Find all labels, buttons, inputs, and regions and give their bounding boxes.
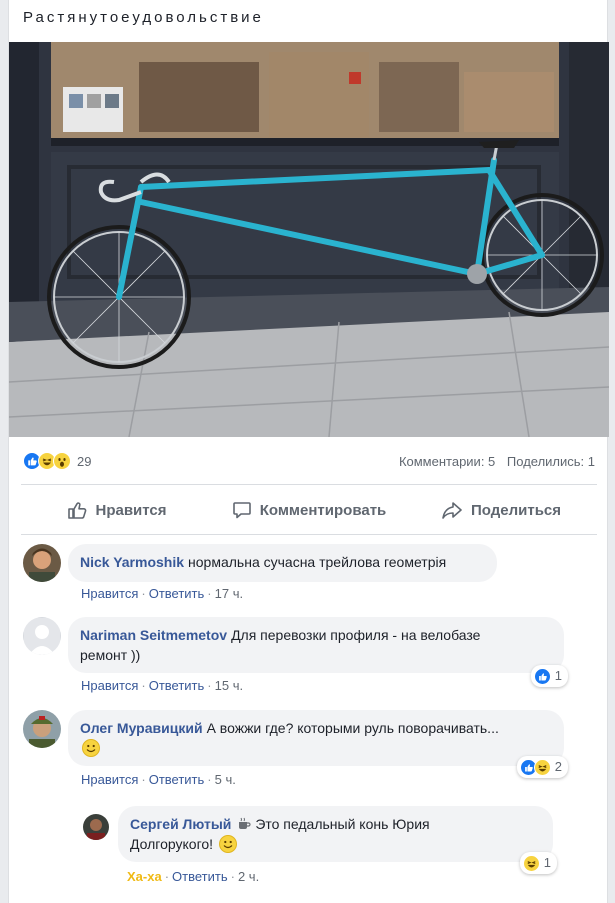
reaction-count: 29 [77,453,92,469]
comment-meta: Нравится · Ответить · 17 ч. [81,586,244,601]
comment-reply-link[interactable]: Ответить [149,586,205,601]
comment-reply-link[interactable]: Ответить [172,869,228,884]
comment-time[interactable]: 15 ч. [215,678,243,693]
comment-like-link[interactable]: Нравится [81,772,138,787]
comment-author[interactable]: Nariman Seitmemetov [80,627,227,643]
comment-reactions-badge[interactable]: 1 [519,852,557,874]
like-icon [533,667,551,685]
comment-bubble: Nick Yarmoshik нормальна сучасна трейлова… [68,544,497,582]
coffee-icon [239,817,251,829]
smile-emoji [218,835,237,853]
reaction-count: 1 [554,668,562,683]
comment-reply-link[interactable]: Ответить [149,678,205,693]
divider [21,484,597,485]
comment-like-link[interactable]: Нравится [81,678,138,693]
reactions-summary[interactable]: 29 [23,452,91,470]
comment-meta: Ха-ха · Ответить · 2 ч. [127,869,260,884]
avatar[interactable] [23,710,61,748]
avatar[interactable] [23,544,61,582]
comment: Nariman Seitmemetov Для перевозки профиля… [23,617,568,687]
haha-icon [533,758,551,776]
action-bar: Нравится Комментировать Поделиться [21,492,597,528]
comment-icon [232,502,251,519]
shares-count-link[interactable]: Поделились: 1 [507,454,595,469]
like-button[interactable]: Нравится [21,492,213,528]
reply-comment: Сергей Лютый Это педальный конь Юрия Дол… [83,806,557,874]
comment-text: Для перевозки профиля - на велобазе [231,627,481,643]
comment-reply-link[interactable]: Ответить [149,772,205,787]
smile-emoji [82,739,100,757]
comment-author[interactable]: Олег Муравицкий [80,720,203,736]
share-button-label: Поделиться [470,501,562,519]
comment-bubble: Сергей Лютый Это педальный конь Юрия Дол… [118,806,557,874]
comment-text-continued: Долгорукого! [130,836,214,852]
comment-bubble: Nariman Seitmemetov Для перевозки профиля… [68,617,568,687]
like-button-label: Нравится [95,501,167,519]
comments-count-link[interactable]: Комментарии: 5 [399,454,495,469]
reaction-count: 2 [554,759,562,774]
comment-text: Это педальный конь Юрия [255,816,430,832]
comment-reaction-link[interactable]: Ха-ха [127,869,162,884]
like-icon [68,502,87,519]
comment-reactions-badge[interactable]: 2 [516,756,568,778]
comment-time[interactable]: 5 ч. [215,772,236,787]
comment-like-link[interactable]: Нравится [81,586,138,601]
comment-meta: Нравится · Ответить · 15 ч. [81,678,244,693]
comment-author[interactable]: Сергей Лютый [130,816,231,832]
comment-time[interactable]: 2 ч. [238,869,259,884]
reaction-count: 1 [543,855,551,870]
share-icon [442,502,462,519]
comment-author[interactable]: Nick Yarmoshik [80,554,184,570]
divider [21,534,597,535]
comment-meta: Нравится · Ответить · 5 ч. [81,772,236,787]
comment-button-label: Комментировать [259,501,387,519]
comment-text: А вожжи где? которыми руль поворачивать.… [206,720,499,736]
comment-text-continued: ремонт )) [80,647,141,663]
haha-icon [522,854,540,872]
comment: Nick Yarmoshik нормальна сучасна трейлова… [23,544,497,582]
post-text: Растянутоеудовольствие [23,9,264,26]
comment-button[interactable]: Комментировать [213,492,405,528]
share-button[interactable]: Поделиться [405,492,597,528]
post-summary: 29 Комментарии: 5 Поделились: 1 [23,449,595,473]
wow-icon [53,452,71,470]
post-photo[interactable] [9,42,609,437]
comment-bubble: Олег Муравицкий А вожжи где? которыми рул… [68,710,568,778]
comment-time[interactable]: 17 ч. [215,586,243,601]
comment-reactions-badge[interactable]: 1 [530,665,568,687]
post-card: Растянутоеудовольствие 29 Комментарии: 5… [8,0,609,903]
avatar[interactable] [23,617,61,655]
comment: Олег Муравицкий А вожжи где? которыми рул… [23,710,568,778]
avatar[interactable] [83,814,109,840]
comment-text: нормальна сучасна трейлова геометрія [188,554,447,570]
